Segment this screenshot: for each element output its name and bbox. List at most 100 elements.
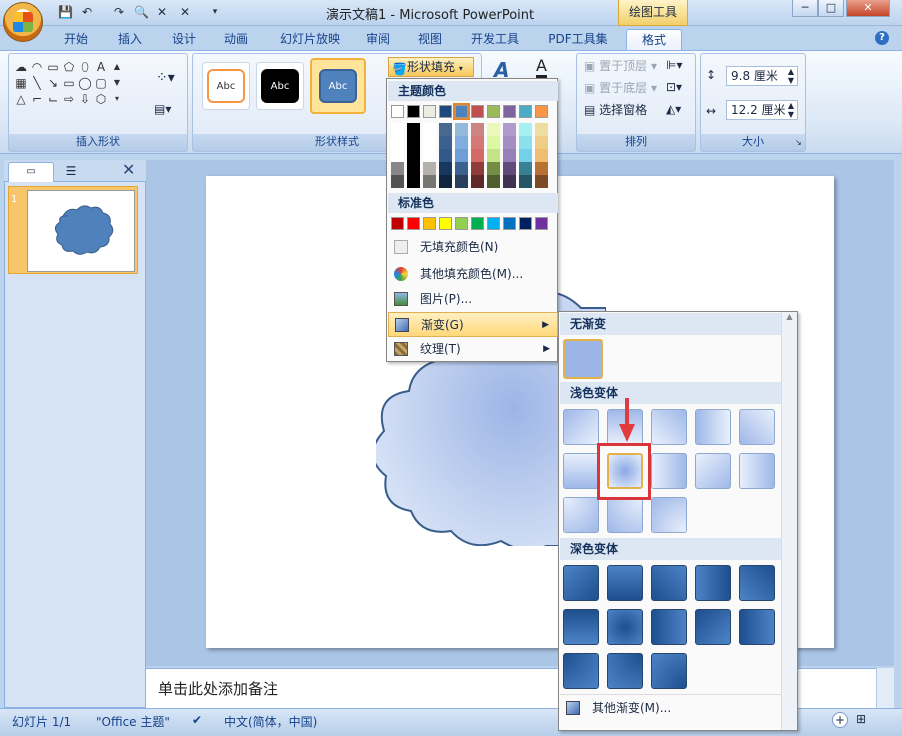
- bring-to-front-button[interactable]: ▣ 置于顶层 ▾: [584, 56, 657, 76]
- tint-swatch[interactable]: [439, 175, 452, 188]
- dark-variation-swatch[interactable]: [563, 565, 599, 601]
- tint-swatch[interactable]: [471, 136, 484, 149]
- theme-color-swatch[interactable]: [407, 105, 420, 118]
- shape-fill-button[interactable]: 🪣 形状填充 ▾: [388, 57, 474, 77]
- light-variation-swatch[interactable]: [695, 453, 731, 489]
- theme-color-swatch[interactable]: [453, 103, 470, 120]
- tint-swatch[interactable]: [471, 123, 484, 136]
- oval-shape-icon[interactable]: ⬯: [78, 60, 92, 74]
- tab-view[interactable]: 视图: [410, 29, 450, 50]
- tint-swatch[interactable]: [503, 123, 516, 136]
- tint-swatch[interactable]: [503, 175, 516, 188]
- tint-swatch[interactable]: [439, 162, 452, 175]
- height-input[interactable]: 9.8 厘米 ▲ ▼: [726, 66, 798, 86]
- standard-color-swatch[interactable]: [439, 217, 452, 230]
- dark-variation-swatch[interactable]: [651, 653, 687, 689]
- line-shape-icon[interactable]: ╲: [30, 76, 44, 90]
- tint-swatch[interactable]: [487, 175, 500, 188]
- tab-pdf[interactable]: PDF工具集: [540, 29, 616, 50]
- light-variation-swatch[interactable]: [563, 409, 599, 445]
- textbox-shape-icon[interactable]: A: [94, 60, 108, 74]
- light-variation-swatch[interactable]: [651, 497, 687, 533]
- theme-color-swatch[interactable]: [519, 105, 532, 118]
- light-variation-swatch[interactable]: [651, 453, 687, 489]
- customize-icon[interactable]: ▾: [208, 5, 222, 19]
- theme-color-swatch[interactable]: [503, 105, 516, 118]
- print-preview-icon[interactable]: 🔍: [134, 5, 149, 19]
- standard-color-swatch[interactable]: [471, 217, 484, 230]
- close-doc-icon[interactable]: ✕: [178, 5, 192, 19]
- elbow-connector-icon[interactable]: ⌐: [30, 92, 44, 106]
- tint-swatch[interactable]: [439, 136, 452, 149]
- save-icon[interactable]: 💾: [58, 5, 73, 19]
- tint-swatch[interactable]: [535, 136, 548, 149]
- gradient-fill-item[interactable]: 渐变(G) ▶: [388, 312, 558, 337]
- minimize-button[interactable]: ─: [792, 0, 818, 17]
- rounded-rect-icon[interactable]: ▢: [94, 76, 108, 90]
- tint-swatch[interactable]: [487, 136, 500, 149]
- undo-icon[interactable]: ↶: [80, 5, 94, 19]
- tab-home[interactable]: 开始: [56, 29, 96, 50]
- tint-swatch[interactable]: [391, 175, 404, 188]
- tint-swatch[interactable]: [455, 149, 468, 162]
- standard-color-swatch[interactable]: [407, 217, 420, 230]
- arrow-line-icon[interactable]: ↘: [46, 76, 60, 90]
- hexagon-shape-icon[interactable]: ⬡: [94, 92, 108, 106]
- more-fill-colors-item[interactable]: 其他填充颜色(M)...: [388, 262, 558, 287]
- tint-swatch[interactable]: [519, 175, 532, 188]
- align-icon[interactable]: ⊫▾: [666, 58, 682, 72]
- tint-swatch[interactable]: [519, 149, 532, 162]
- light-variation-swatch[interactable]: [651, 409, 687, 445]
- dark-variation-swatch[interactable]: [563, 653, 599, 689]
- office-button[interactable]: [3, 2, 43, 42]
- outline-tab-icon[interactable]: ☰: [56, 162, 86, 182]
- spinner-icon[interactable]: ▲ ▼: [788, 101, 794, 119]
- maximize-button[interactable]: □: [818, 0, 844, 17]
- more-gradients-item[interactable]: 其他渐变(M)...: [560, 694, 782, 720]
- tint-swatch[interactable]: [407, 162, 420, 175]
- dark-variation-swatch[interactable]: [651, 609, 687, 645]
- triangle-shape-icon[interactable]: △: [14, 92, 28, 106]
- dark-variation-swatch[interactable]: [739, 609, 775, 645]
- theme-color-swatch[interactable]: [471, 105, 484, 118]
- dark-variation-swatch[interactable]: [695, 565, 731, 601]
- shape-style-1[interactable]: Abc: [202, 62, 250, 110]
- theme-color-swatch[interactable]: [487, 105, 500, 118]
- tab-design[interactable]: 设计: [164, 29, 204, 50]
- shape-style-3-selected[interactable]: Abc: [310, 58, 366, 114]
- tint-swatch[interactable]: [455, 136, 468, 149]
- scroll-down-icon[interactable]: ▼: [110, 76, 124, 90]
- standard-color-swatch[interactable]: [535, 217, 548, 230]
- picture-fill-item[interactable]: 图片(P)...: [388, 287, 558, 312]
- close-panel-icon[interactable]: ✕: [122, 160, 135, 179]
- shape-gallery[interactable]: ☁ ◠ ▭ ⬠ ⬯ A ▲ ▦ ╲ ↘ ▭ ◯ ▢ ▼ △ ⌐ ⌙ ⇨ ⇩ ⬡ ▾: [14, 60, 134, 106]
- language-indicator[interactable]: 中文(简体，中国): [224, 713, 317, 730]
- cloud-shape-icon[interactable]: ☁: [14, 60, 28, 74]
- tint-swatch[interactable]: [535, 123, 548, 136]
- tint-swatch[interactable]: [503, 136, 516, 149]
- tab-animation[interactable]: 动画: [216, 29, 256, 50]
- standard-color-swatch[interactable]: [503, 217, 516, 230]
- dark-variation-swatch[interactable]: [563, 609, 599, 645]
- selection-pane-button[interactable]: ▤ 选择窗格: [584, 100, 647, 120]
- no-gradient-swatch[interactable]: [563, 339, 603, 379]
- theme-color-swatch[interactable]: [439, 105, 452, 118]
- theme-name[interactable]: "Office 主题": [96, 713, 170, 730]
- light-variation-swatch[interactable]: [739, 409, 775, 445]
- elbow-arrow-icon[interactable]: ⌙: [46, 92, 60, 106]
- tab-review[interactable]: 审阅: [358, 29, 398, 50]
- tint-swatch[interactable]: [503, 149, 516, 162]
- down-arrow-shape-icon[interactable]: ⇩: [78, 92, 92, 106]
- rect-shape-icon[interactable]: ▭: [46, 60, 60, 74]
- tint-swatch[interactable]: [471, 162, 484, 175]
- redo-icon[interactable]: ↷: [112, 5, 126, 19]
- tint-swatch[interactable]: [391, 162, 404, 175]
- standard-color-swatch[interactable]: [487, 217, 500, 230]
- tint-swatch[interactable]: [503, 162, 516, 175]
- dark-variation-swatch[interactable]: [607, 565, 643, 601]
- tint-swatch[interactable]: [455, 175, 468, 188]
- tint-swatch[interactable]: [423, 162, 436, 175]
- texture-fill-item[interactable]: 纹理(T) ▶: [388, 337, 558, 362]
- theme-color-swatch[interactable]: [423, 105, 436, 118]
- tint-swatch[interactable]: [407, 123, 420, 136]
